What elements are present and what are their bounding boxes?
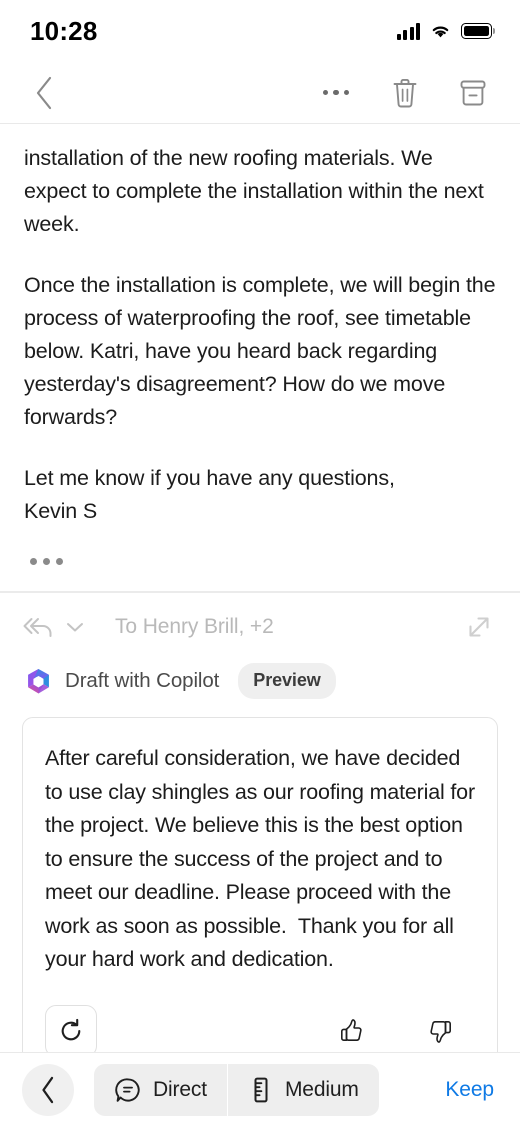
- draft-actions-row: [45, 1004, 475, 1052]
- draft-options-segmented-control: Direct Medium: [94, 1063, 379, 1116]
- thumbs-up-button[interactable]: [331, 1011, 371, 1051]
- copilot-draft-card: After careful consideration, we have dec…: [22, 717, 498, 1052]
- ruler-length-icon: [254, 1077, 268, 1102]
- cellular-signal-icon: [396, 23, 420, 40]
- thumbs-down-button[interactable]: [421, 1011, 461, 1051]
- copilot-title: Draft with Copilot: [65, 669, 220, 692]
- navigation-bar: [0, 62, 520, 124]
- chevron-left-icon: [42, 1076, 54, 1103]
- tone-option-button[interactable]: Direct: [94, 1064, 227, 1116]
- nav-actions: [314, 71, 494, 115]
- email-signature: Let me know if you have any questions, K…: [24, 466, 395, 523]
- battery-full-icon: [461, 23, 496, 39]
- more-options-button[interactable]: [314, 89, 358, 96]
- email-draft-screen: 10:28 installation of the new roofing ma…: [0, 0, 520, 1126]
- expand-compose-button[interactable]: [462, 610, 498, 644]
- draft-text[interactable]: After careful consideration, we have dec…: [45, 742, 475, 977]
- show-quoted-text-button[interactable]: [30, 558, 74, 565]
- copilot-header-row: Draft with Copilot Preview: [22, 655, 498, 707]
- recipients-row: To Henry Brill, +2: [22, 593, 498, 655]
- length-label: Medium: [284, 1077, 359, 1101]
- recipients-field[interactable]: To Henry Brill, +2: [115, 615, 274, 639]
- reply-compose-area: To Henry Brill, +2 Draft with Copilot Pr…: [0, 593, 520, 1052]
- email-paragraph: Once the installation is complete, we wi…: [24, 273, 496, 429]
- preview-badge[interactable]: Preview: [238, 663, 336, 699]
- status-bar: 10:28: [0, 0, 520, 62]
- archive-icon: [460, 80, 486, 105]
- bottom-toolbar: Direct Medium Keep: [0, 1052, 520, 1126]
- toolbar-back-button[interactable]: [22, 1063, 74, 1116]
- thumbs-down-icon: [430, 1020, 451, 1043]
- trash-icon: [393, 78, 417, 107]
- keep-button[interactable]: Keep: [445, 1078, 498, 1102]
- regenerate-button[interactable]: [45, 1004, 97, 1052]
- back-button[interactable]: [22, 71, 66, 115]
- chevron-left-icon: [36, 76, 52, 109]
- tone-label: Direct: [153, 1077, 207, 1101]
- copilot-logo-icon: [28, 668, 49, 694]
- expand-diagonal-icon: [469, 617, 489, 637]
- refresh-icon: [61, 1018, 81, 1040]
- archive-button[interactable]: [452, 71, 494, 115]
- length-option-button[interactable]: Medium: [226, 1063, 379, 1116]
- thumbs-up-icon: [341, 1018, 362, 1041]
- speech-bubble-tone-icon: [115, 1077, 140, 1102]
- reply-all-icon: [23, 618, 52, 637]
- status-time: 10:28: [30, 15, 98, 46]
- delete-button[interactable]: [384, 71, 426, 115]
- chevron-down-icon: [67, 623, 83, 632]
- email-paragraph: installation of the new roofing material…: [24, 146, 484, 236]
- reply-mode-button[interactable]: [22, 615, 89, 639]
- email-body: installation of the new roofing material…: [0, 124, 520, 565]
- feedback-buttons: [331, 1011, 475, 1051]
- ellipsis-icon: [314, 89, 358, 96]
- email-scroll-area[interactable]: installation of the new roofing material…: [0, 124, 520, 1052]
- wifi-icon: [432, 26, 449, 37]
- status-indicators: [396, 23, 496, 40]
